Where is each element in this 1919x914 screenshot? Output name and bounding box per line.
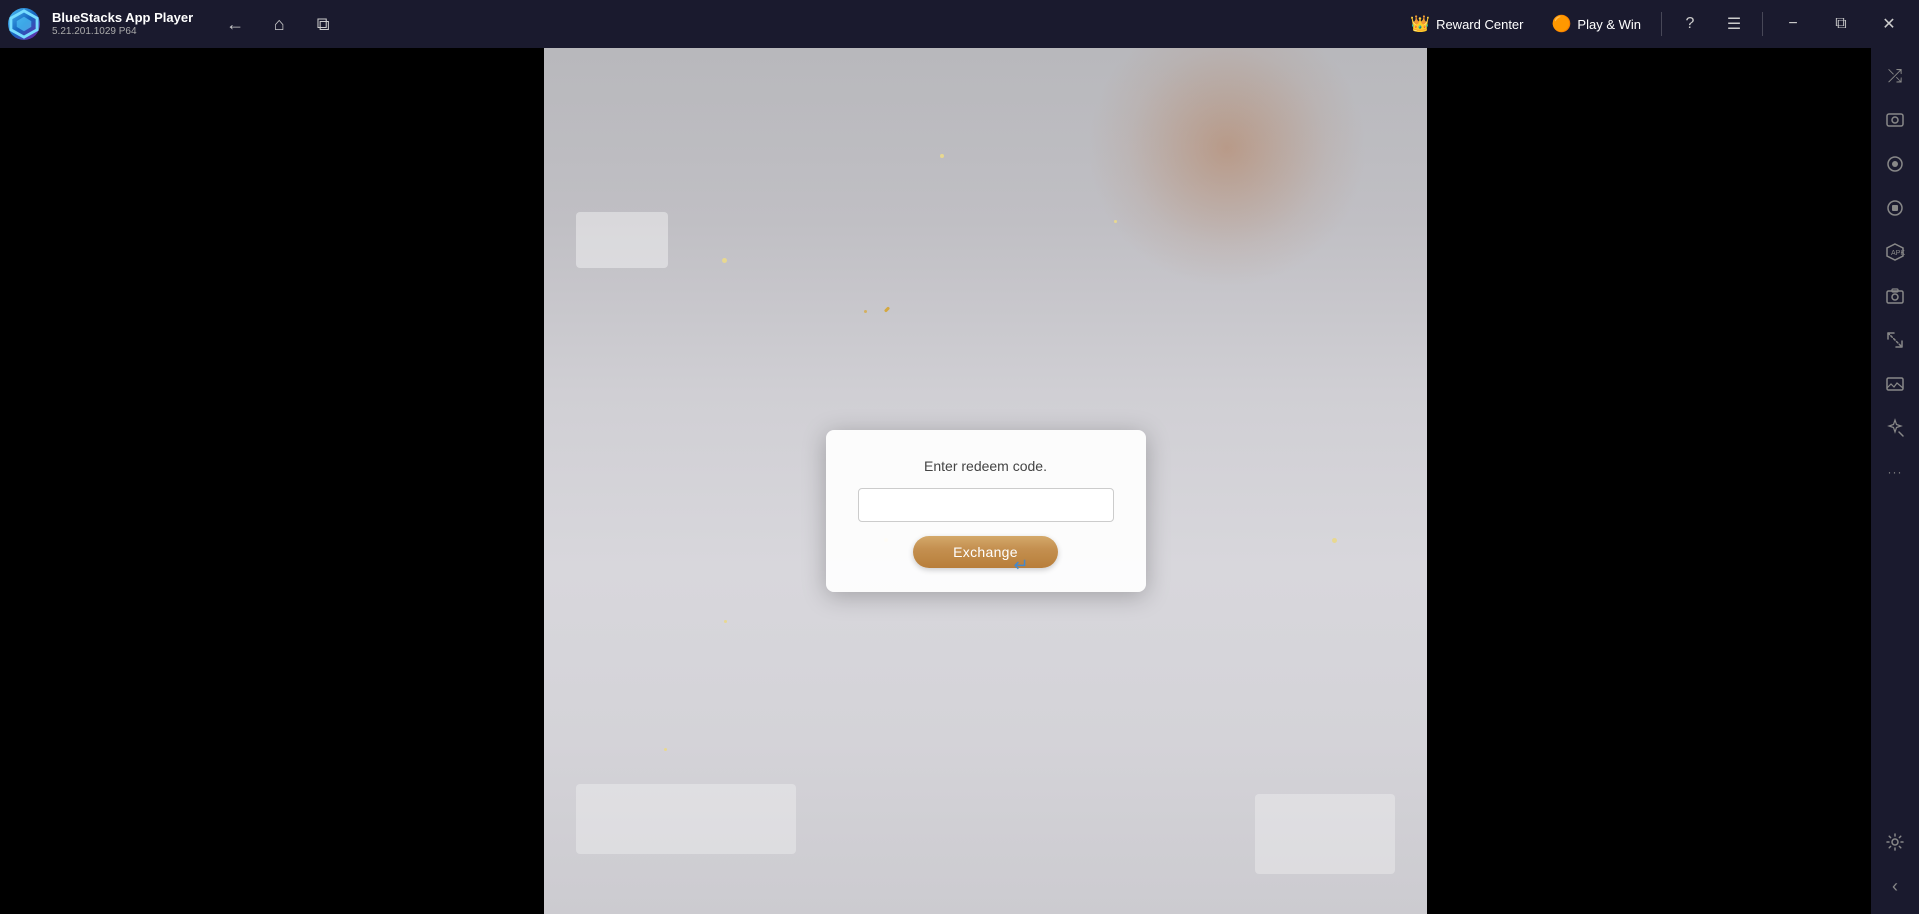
photo-icon[interactable] <box>1875 276 1915 316</box>
screenshot-icon[interactable] <box>1875 100 1915 140</box>
exchange-button[interactable]: Exchange <box>913 536 1058 568</box>
restore-button[interactable]: ⧉ <box>1819 2 1863 46</box>
app-version: 5.21.201.1029 P64 <box>52 26 193 38</box>
particle <box>1332 538 1337 543</box>
particle <box>724 620 727 623</box>
close-button[interactable]: ✕ <box>1867 2 1911 46</box>
particle <box>664 748 667 751</box>
sidebar-right: ⤮ APK <box>1871 48 1919 914</box>
star-wand-icon[interactable] <box>1875 408 1915 448</box>
expand-icon[interactable]: ⤮ <box>1875 56 1915 96</box>
reward-center-button[interactable]: 👑 Reward Center <box>1398 8 1535 40</box>
redeem-code-input[interactable] <box>858 488 1114 522</box>
bg-ui-bottom-right <box>1255 794 1395 874</box>
titlebar-right: 👑 Reward Center 🟠 Play & Win ? ☰ − ⧉ ✕ <box>1398 2 1911 46</box>
minimize-button[interactable]: − <box>1771 2 1815 46</box>
back-button[interactable]: ← <box>217 6 253 42</box>
nav-buttons: ← ⌂ ⧉ <box>217 6 341 42</box>
help-button[interactable]: ? <box>1670 4 1710 44</box>
particle <box>940 154 944 158</box>
bg-ui-bottom-left <box>576 784 796 854</box>
titlebar: BlueStacks App Player 5.21.201.1029 P64 … <box>0 0 1919 48</box>
camera-record-icon[interactable] <box>1875 144 1915 184</box>
bg-ui-element <box>576 212 668 268</box>
play-win-label: Play & Win <box>1577 17 1641 32</box>
crown-icon: 👑 <box>1410 14 1430 34</box>
copy-button[interactable]: ⧉ <box>305 6 341 42</box>
dialog-title: Enter redeem code. <box>924 458 1047 474</box>
svg-text:APK: APK <box>1891 250 1905 257</box>
main-area: Enter redeem code. ↵ Exchange <box>0 48 1871 914</box>
particle <box>722 258 727 263</box>
divider <box>1661 12 1662 36</box>
reward-center-label: Reward Center <box>1436 17 1523 32</box>
left-black-area <box>0 48 544 914</box>
resize-icon[interactable] <box>1875 320 1915 360</box>
bluestacks-logo <box>8 8 40 40</box>
game-viewport[interactable]: Enter redeem code. ↵ Exchange <box>544 48 1427 914</box>
app-logo <box>0 0 48 48</box>
collapse-icon[interactable]: ‹ <box>1875 866 1915 906</box>
particle <box>864 310 867 313</box>
app-name-block: BlueStacks App Player 5.21.201.1029 P64 <box>52 10 193 38</box>
home-button[interactable]: ⌂ <box>261 6 297 42</box>
apk-icon[interactable]: APK <box>1875 232 1915 272</box>
right-black-area <box>1427 48 1871 914</box>
settings-icon[interactable] <box>1875 822 1915 862</box>
image-upload-icon[interactable] <box>1875 364 1915 404</box>
coin-icon: 🟠 <box>1552 14 1572 34</box>
record-icon[interactable] <box>1875 188 1915 228</box>
play-win-button[interactable]: 🟠 Play & Win <box>1540 8 1654 40</box>
redeem-dialog: Enter redeem code. ↵ Exchange <box>826 430 1146 592</box>
divider2 <box>1762 12 1763 36</box>
more-icon[interactable]: ··· <box>1875 452 1915 492</box>
particle <box>1114 220 1117 223</box>
menu-button[interactable]: ☰ <box>1714 4 1754 44</box>
app-name: BlueStacks App Player <box>52 10 193 26</box>
